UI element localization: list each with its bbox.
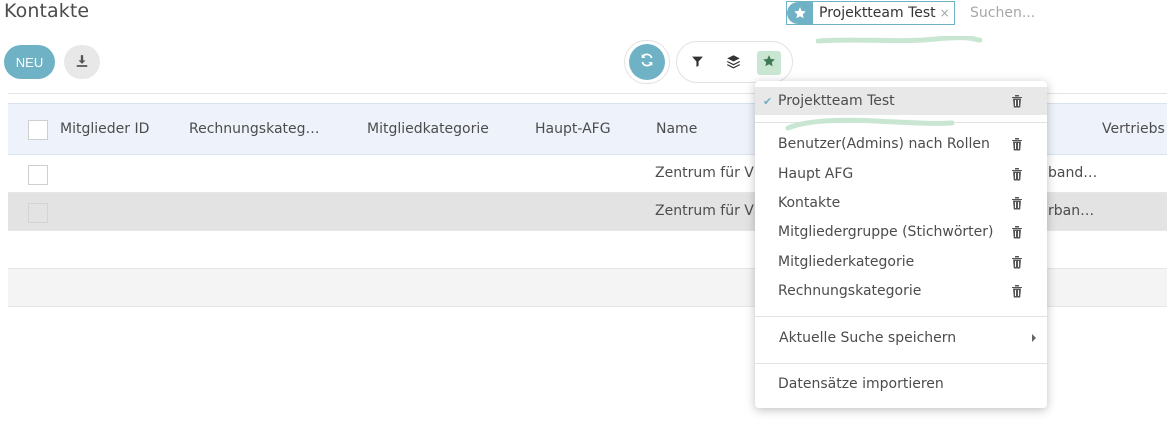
- favorite-item-label: Projektteam Test: [778, 93, 895, 109]
- favorite-item-label: Benutzer(Admins) nach Rollen: [778, 136, 990, 152]
- trash-icon[interactable]: [1011, 284, 1023, 298]
- favorite-item[interactable]: Kontakte: [755, 189, 1047, 217]
- search-options-group: [676, 41, 793, 83]
- cell-name: Zentrum für V: [655, 165, 754, 181]
- favorite-item-label: Kontakte: [778, 195, 841, 211]
- column-header[interactable]: Vertriebs: [1102, 121, 1165, 137]
- filter-button[interactable]: [685, 51, 709, 75]
- trash-icon[interactable]: [1011, 255, 1023, 269]
- save-search-item[interactable]: Aktuelle Suche speichern: [755, 324, 1047, 352]
- column-header[interactable]: Mitglieder ID: [60, 121, 149, 137]
- menu-separator: [755, 316, 1047, 317]
- column-header[interactable]: Mitgliedkategorie: [367, 121, 489, 137]
- favorite-item-active[interactable]: ✔ Projektteam Test: [755, 87, 1047, 115]
- import-records-item[interactable]: Datensätze importieren: [755, 370, 1047, 398]
- import-records-label: Datensätze importieren: [778, 376, 944, 392]
- favorite-item[interactable]: Haupt AFG: [755, 160, 1047, 188]
- cell-trailing: band…: [1048, 165, 1098, 181]
- facet-close-icon[interactable]: ×: [940, 6, 954, 20]
- group-by-button[interactable]: [721, 51, 745, 75]
- trash-icon[interactable]: [1011, 94, 1023, 108]
- row-checkbox[interactable]: [28, 165, 48, 185]
- highlight-stroke: [785, 117, 955, 131]
- column-header[interactable]: Name: [656, 121, 697, 137]
- trash-icon[interactable]: [1011, 196, 1023, 210]
- refresh-button[interactable]: [624, 40, 670, 84]
- search-input[interactable]: [970, 2, 1160, 24]
- trash-icon[interactable]: [1011, 167, 1023, 181]
- facet-label: Projektteam Test: [819, 5, 936, 21]
- trash-icon[interactable]: [1011, 225, 1023, 239]
- favorite-item[interactable]: Benutzer(Admins) nach Rollen: [755, 130, 1047, 158]
- menu-separator: [755, 363, 1047, 364]
- column-header[interactable]: Haupt-AFG: [535, 121, 611, 137]
- download-button[interactable]: [64, 45, 100, 79]
- layers-icon: [726, 54, 741, 73]
- cell-name: Zentrum für V: [655, 203, 754, 219]
- favorite-item[interactable]: Rechnungskategorie: [755, 277, 1047, 305]
- favorite-item-label: Haupt AFG: [778, 166, 854, 182]
- favorite-item-label: Rechnungskategorie: [778, 283, 922, 299]
- cell-trailing: rban…: [1048, 203, 1095, 219]
- caret-right-icon: [1032, 334, 1036, 342]
- check-icon: ✔: [763, 94, 773, 108]
- search-facet[interactable]: Projektteam Test ×: [786, 1, 955, 25]
- favorite-item[interactable]: Mitgliederkategorie: [755, 248, 1047, 276]
- select-all-checkbox[interactable]: [28, 120, 48, 140]
- favorite-item[interactable]: Mitgliedergruppe (Stichwörter): [755, 218, 1047, 246]
- new-button[interactable]: NEU: [4, 45, 55, 79]
- favorite-item-label: Mitgliedergruppe (Stichwörter): [778, 224, 994, 240]
- download-icon: [75, 54, 89, 71]
- star-icon: [787, 2, 813, 24]
- favorite-item-label: Mitgliederkategorie: [778, 254, 915, 270]
- filter-icon: [691, 55, 704, 72]
- trash-icon[interactable]: [1011, 137, 1023, 151]
- refresh-icon: [639, 52, 655, 72]
- save-search-label: Aktuelle Suche speichern: [779, 330, 957, 346]
- row-checkbox[interactable]: [28, 203, 48, 223]
- page-title: Kontakte: [4, 0, 90, 22]
- favorites-button[interactable]: [757, 51, 781, 75]
- star-icon: [762, 54, 776, 72]
- highlight-stroke: [816, 36, 982, 44]
- column-header[interactable]: Rechnungskateg…: [189, 121, 320, 137]
